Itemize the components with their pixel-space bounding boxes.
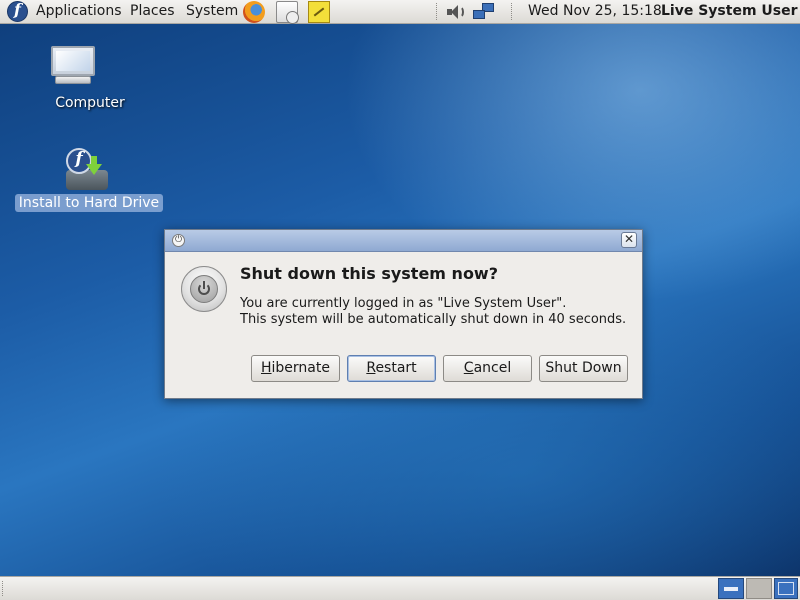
- fedora-logo-icon[interactable]: f: [7, 0, 28, 22]
- desktop-icon-label: Computer: [55, 95, 125, 111]
- shut-down-button[interactable]: Shut Down: [539, 355, 628, 382]
- panel-separator: [511, 3, 514, 20]
- dialog-message-line: This system will be automatically shut d…: [240, 312, 627, 327]
- workspace-switcher-2[interactable]: [774, 578, 798, 599]
- desktop-screen: f Applications Places System Wed Nov 25,…: [0, 0, 800, 600]
- volume-icon[interactable]: [445, 4, 465, 20]
- menu-applications[interactable]: Applications: [36, 0, 122, 23]
- desktop-icon-computer[interactable]: Computer: [40, 94, 140, 112]
- dialog-heading: Shut down this system now?: [240, 264, 498, 283]
- workspace-switcher-1[interactable]: [746, 578, 772, 599]
- network-icon[interactable]: [473, 2, 495, 22]
- dialog-title-bar[interactable]: ⏻ ✕: [165, 230, 642, 252]
- firefox-icon[interactable]: [243, 1, 265, 23]
- show-desktop-button[interactable]: [718, 578, 744, 599]
- panel-handle[interactable]: [2, 581, 5, 596]
- desktop-icon-label: Install to Hard Drive: [14, 194, 164, 212]
- mail-clock-icon[interactable]: [276, 1, 299, 24]
- notes-icon[interactable]: [308, 1, 330, 23]
- restart-button[interactable]: Restart: [347, 355, 436, 382]
- close-button[interactable]: ✕: [621, 232, 637, 248]
- power-icon: [181, 266, 227, 312]
- top-panel: f Applications Places System Wed Nov 25,…: [0, 0, 800, 24]
- panel-separator: [436, 3, 439, 20]
- dialog-message-line: You are currently logged in as "Live Sys…: [240, 296, 567, 311]
- menu-system[interactable]: System: [186, 0, 238, 23]
- cancel-button[interactable]: Cancel: [443, 355, 532, 382]
- install-icon[interactable]: f: [64, 148, 110, 194]
- bottom-panel: [0, 576, 800, 600]
- clock[interactable]: Wed Nov 25, 15:18: [528, 0, 662, 23]
- power-icon: ⏻: [172, 234, 185, 247]
- computer-icon[interactable]: [49, 46, 97, 86]
- hibernate-button[interactable]: Hibernate: [251, 355, 340, 382]
- shutdown-dialog: ⏻ ✕ Shut down this system now? You are c…: [164, 229, 643, 399]
- menu-places[interactable]: Places: [130, 0, 175, 23]
- dialog-message: You are currently logged in as "Live Sys…: [240, 296, 626, 328]
- user-switcher[interactable]: Live System User: [661, 0, 798, 23]
- desktop-icon-install[interactable]: Install to Hard Drive: [14, 194, 164, 212]
